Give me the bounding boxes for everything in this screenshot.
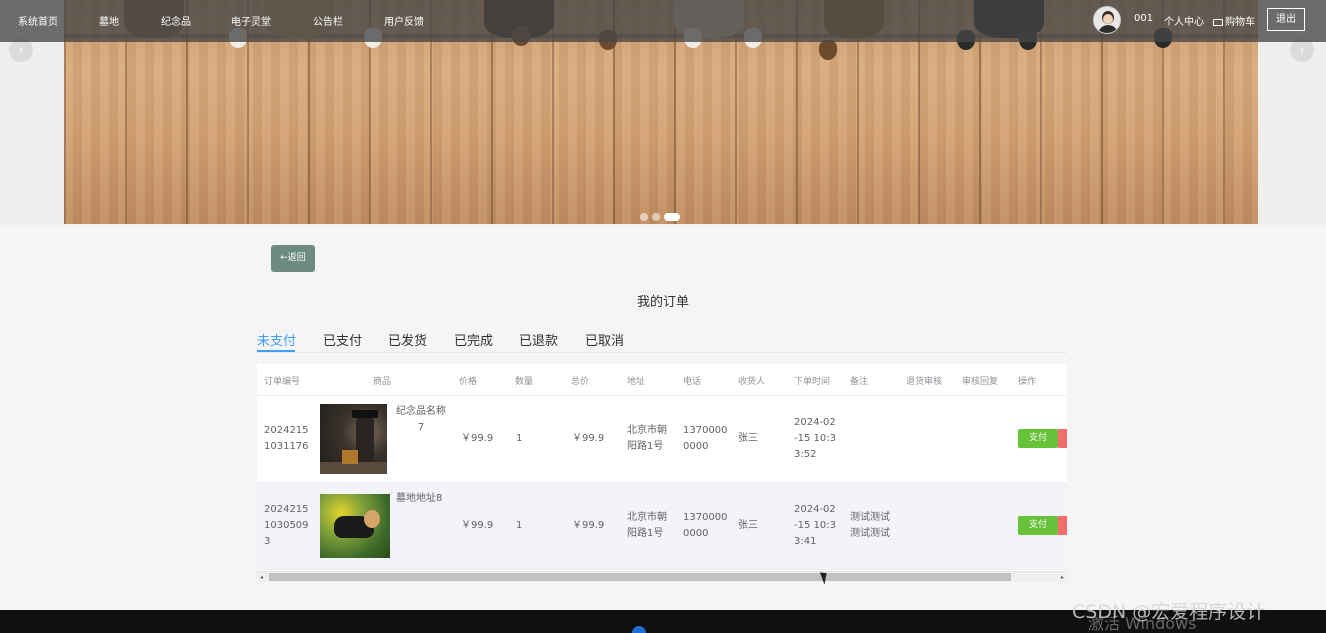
column-header: 地址	[627, 377, 646, 387]
phone: 1370000 0000	[683, 425, 728, 452]
avatar[interactable]	[1093, 6, 1121, 34]
phone: 1370000 0000	[683, 512, 728, 539]
table-row: 2024215 1031176 纪念品名称 7 ￥99.9 1 ￥99.9 北京市朝…	[257, 396, 1067, 483]
order-number: 2024215 1030509 3	[264, 504, 309, 547]
cart-icon	[1213, 18, 1223, 26]
column-header: 订单编号	[264, 377, 301, 387]
receiver: 张三	[738, 520, 758, 531]
tab-refunded[interactable]: 已退款	[519, 330, 558, 349]
tab-cancelled[interactable]: 已取消	[585, 330, 624, 349]
tab-paid[interactable]: 已支付	[323, 330, 362, 349]
table-horizontal-scrollbar[interactable]: ◂ ▸	[257, 571, 1067, 582]
quantity: 1	[516, 433, 523, 444]
csdn-watermark: CSDN @宏爱程序设计	[1072, 601, 1266, 623]
address: 北京市朝 阳路1号	[627, 512, 667, 539]
nav-item-cemetery[interactable]: 墓地	[99, 13, 119, 28]
product-image[interactable]	[320, 494, 390, 558]
order-time: 2024-02 -15 10:3 3:52	[794, 417, 836, 460]
logout-button[interactable]: 退出	[1267, 8, 1305, 31]
nav-item-cart[interactable]: 购物车	[1213, 13, 1255, 28]
price: ￥99.9	[461, 433, 494, 444]
tab-completed[interactable]: 已完成	[454, 330, 493, 349]
product-name: 纪念品名称 7	[396, 406, 446, 433]
taskbar-dot	[632, 626, 646, 633]
scroll-right-arrow-icon[interactable]: ▸	[1061, 574, 1064, 581]
order-status-tabs: 未支付 已支付 已发货 已完成 已退款 已取消	[257, 327, 1067, 353]
column-header: 电话	[683, 377, 702, 387]
order-time: 2024-02 -15 10:3 3:41	[794, 504, 836, 547]
carousel-dot-active[interactable]	[664, 212, 680, 221]
scrollbar-thumb[interactable]	[269, 573, 1011, 581]
note: 测试测试 测试测试	[850, 512, 890, 539]
receiver: 张三	[738, 433, 758, 444]
column-header: 收货人	[738, 377, 766, 387]
carousel-dot[interactable]	[640, 212, 648, 221]
column-header: 备注	[850, 377, 869, 387]
nav-item-feedback[interactable]: 用户反馈	[384, 13, 424, 28]
column-header: 商品	[373, 377, 392, 387]
carousel-indicators	[640, 206, 684, 225]
column-header: 价格	[459, 377, 478, 387]
price: ￥99.9	[461, 520, 494, 531]
nav-item-souvenir[interactable]: 纪念品	[161, 13, 191, 28]
dog-paw	[819, 40, 837, 60]
username: 001	[1134, 13, 1154, 24]
address: 北京市朝 阳路1号	[627, 425, 667, 452]
carousel-dot[interactable]	[652, 212, 660, 221]
tab-unpaid[interactable]: 未支付	[257, 330, 296, 349]
column-header: 审核回复	[962, 377, 999, 387]
scroll-left-arrow-icon[interactable]: ◂	[260, 574, 263, 581]
delete-button[interactable]	[1058, 429, 1067, 448]
column-header: 下单时间	[794, 377, 831, 387]
tab-shipped[interactable]: 已发货	[388, 330, 427, 349]
table-row: 2024215 1030509 3 墓地地址8 ￥99.9 1 ￥99.9 北京市朝…	[257, 483, 1067, 570]
column-header: 操作	[1018, 377, 1037, 387]
total-price: ￥99.9	[572, 433, 605, 444]
active-tab-indicator	[257, 350, 295, 352]
top-navigation: 系统首页 墓地 纪念品 电子灵堂 公告栏 用户反馈 001 个人中心 购物车 退…	[0, 0, 1326, 42]
product-name: 墓地地址8	[396, 493, 443, 504]
orders-table: 订单编号 商品 价格 数量 总价 地址 电话 收货人 下单时间 备注 退货审核 …	[257, 364, 1067, 572]
nav-item-memorial-hall[interactable]: 电子灵堂	[231, 13, 271, 28]
back-button[interactable]: ←返回	[271, 245, 315, 272]
nav-item-profile[interactable]: 个人中心	[1164, 13, 1204, 28]
pay-button[interactable]: 支付	[1018, 429, 1058, 448]
nav-item-home[interactable]: 系统首页	[18, 13, 58, 28]
total-price: ￥99.9	[572, 520, 605, 531]
column-header: 数量	[515, 377, 534, 387]
pay-button[interactable]: 支付	[1018, 516, 1058, 535]
column-header: 退货审核	[906, 377, 943, 387]
page-title: 我的订单	[636, 295, 689, 310]
column-header: 总价	[571, 377, 590, 387]
quantity: 1	[516, 520, 523, 531]
order-number: 2024215 1031176	[264, 425, 309, 452]
delete-button[interactable]	[1058, 516, 1067, 535]
product-image[interactable]	[320, 404, 387, 474]
nav-item-notice[interactable]: 公告栏	[313, 13, 343, 28]
